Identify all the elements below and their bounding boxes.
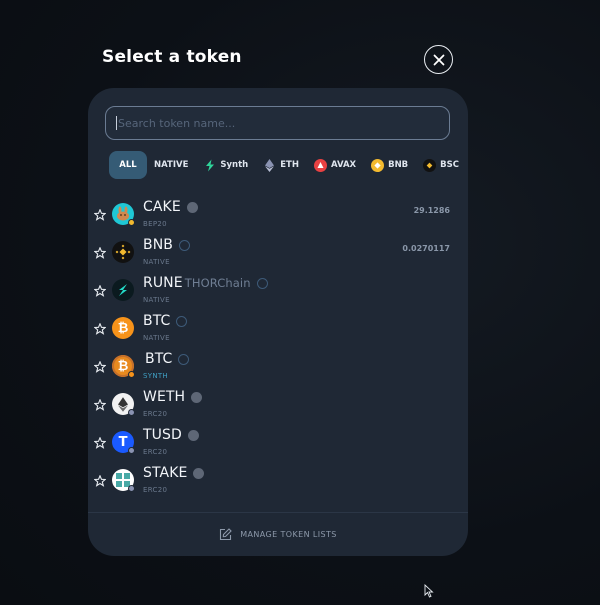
token-row-btc[interactable]: ₿ BTC NATIVE <box>88 312 468 350</box>
thorchain-icon <box>112 279 134 301</box>
bnb-icon <box>371 158 385 172</box>
token-row-bnb[interactable]: BNB NATIVE 0.0270117 <box>88 236 468 274</box>
eth-chain-icon <box>191 391 203 403</box>
token-balance: 0.0270117 <box>402 244 450 253</box>
filter-label: NATIVE <box>154 160 189 170</box>
filter-eth[interactable]: ETH <box>256 151 306 179</box>
filter-native[interactable]: NATIVE <box>147 151 195 179</box>
token-symbol: WETH <box>143 389 203 405</box>
text-caret <box>116 116 117 130</box>
chain-name: THORChain <box>184 276 251 290</box>
filter-label: BNB <box>388 160 409 170</box>
token-symbol: CAKE <box>143 199 198 215</box>
star-icon[interactable] <box>94 285 106 297</box>
token-row-tusd[interactable]: T TUSD ERC20 <box>88 426 468 464</box>
chain-badge <box>128 485 135 492</box>
token-select-panel: ALL NATIVE Synth ETH AVAX BN <box>88 88 468 556</box>
synth-bolt-icon <box>203 159 216 172</box>
star-icon[interactable] <box>94 247 106 259</box>
filter-bsc[interactable]: BSC <box>416 151 466 179</box>
mouse-cursor-icon <box>424 584 434 598</box>
check-icon <box>256 277 268 289</box>
filter-label: AVAX <box>330 160 357 170</box>
avalanche-icon <box>313 158 327 172</box>
manage-token-lists-button[interactable]: MANAGE TOKEN LISTS <box>88 512 468 556</box>
token-standard: SYNTH <box>143 372 168 380</box>
token-standard: ERC20 <box>143 448 168 456</box>
token-row-weth[interactable]: WETH ERC20 <box>88 388 468 426</box>
token-row-rune[interactable]: RUNE THORChain NATIVE <box>88 274 468 312</box>
token-row-btc-synth[interactable]: ₿ BTC SYNTH <box>88 350 468 388</box>
bsc-icon <box>423 158 437 172</box>
filter-label: Synth <box>220 160 249 170</box>
star-icon[interactable] <box>94 209 106 221</box>
star-icon[interactable] <box>94 399 106 411</box>
token-symbol: STAKE <box>143 465 205 481</box>
filter-label: BSC <box>440 160 460 170</box>
star-icon[interactable] <box>94 361 106 373</box>
token-standard: BEP20 <box>143 220 167 228</box>
token-list: CAKE BEP20 29.1286 BNB NATIVE 0.0270117 <box>88 198 468 502</box>
check-icon <box>176 315 188 327</box>
filter-bnb[interactable]: BNB <box>364 151 415 179</box>
filter-label: ETH <box>280 160 299 170</box>
token-symbol: BTC <box>145 351 190 367</box>
token-symbol: BNB <box>143 237 190 253</box>
filter-avax[interactable]: AVAX <box>307 151 363 179</box>
token-row-stake[interactable]: STAKE ERC20 <box>88 464 468 502</box>
star-icon[interactable] <box>94 323 106 335</box>
chain-badge <box>128 219 135 226</box>
eth-chain-icon <box>193 467 205 479</box>
close-icon <box>433 54 444 65</box>
chain-badge <box>128 409 135 416</box>
chain-filter-bar: ALL NATIVE Synth ETH AVAX BNB BSC <box>109 151 467 179</box>
token-symbol: RUNE THORChain <box>143 275 268 291</box>
star-icon[interactable] <box>94 437 106 449</box>
filter-all[interactable]: ALL <box>109 151 147 179</box>
token-standard: ERC20 <box>143 410 168 418</box>
ethereum-icon <box>263 158 276 172</box>
token-row-cake[interactable]: CAKE BEP20 29.1286 <box>88 198 468 236</box>
edit-icon <box>220 528 232 541</box>
filter-synth[interactable]: Synth <box>196 151 255 179</box>
check-icon <box>178 353 190 365</box>
token-balance: 29.1286 <box>413 206 450 215</box>
token-standard: NATIVE <box>143 258 170 266</box>
bitcoin-icon: ₿ <box>112 317 134 339</box>
bnb-icon <box>112 241 134 263</box>
chain-badge <box>128 447 135 454</box>
search-box[interactable] <box>105 106 450 140</box>
token-standard: ERC20 <box>143 486 168 494</box>
eth-chain-icon <box>187 429 199 441</box>
token-standard: NATIVE <box>143 296 170 304</box>
synth-badge <box>128 371 135 378</box>
token-standard: NATIVE <box>143 334 170 342</box>
close-button[interactable] <box>424 45 453 74</box>
modal-title: Select a token <box>102 47 242 67</box>
star-icon[interactable] <box>94 475 106 487</box>
manage-token-lists-label: MANAGE TOKEN LISTS <box>240 530 337 539</box>
token-symbol: TUSD <box>143 427 199 443</box>
token-symbol: BTC <box>143 313 188 329</box>
search-input[interactable] <box>118 116 449 130</box>
check-icon <box>178 239 190 251</box>
bsc-chain-icon <box>186 201 198 213</box>
filter-label: ALL <box>119 160 137 170</box>
